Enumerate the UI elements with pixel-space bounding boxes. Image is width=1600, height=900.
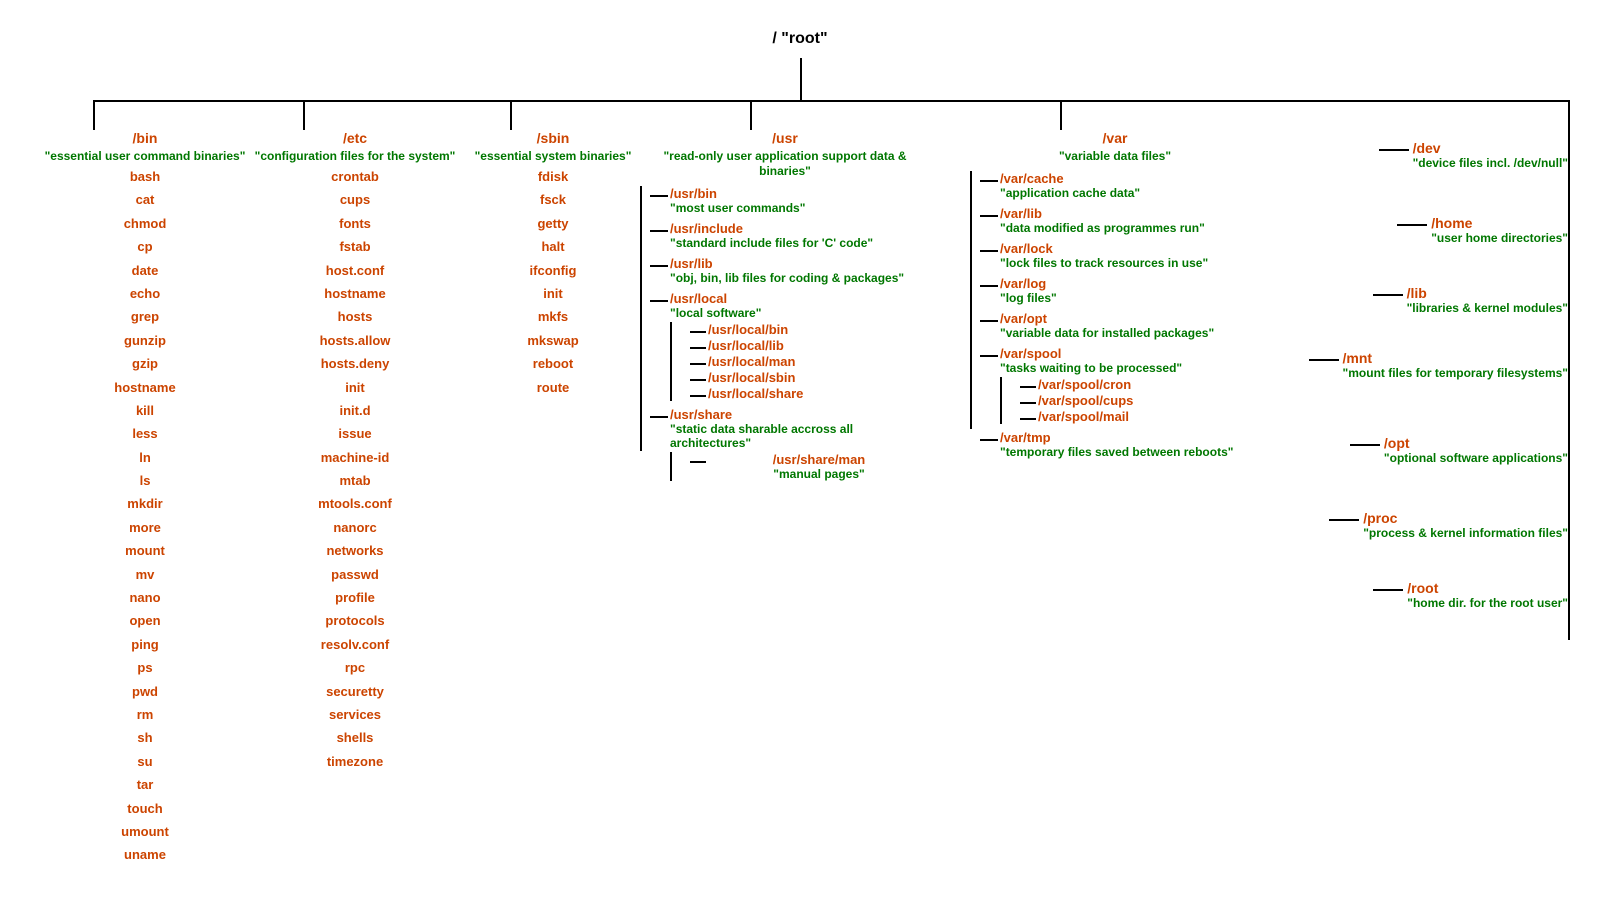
usr-lib-item: /usr/lib "obj, bin, lib files for coding…	[650, 256, 930, 285]
sbin-name: /sbin	[458, 130, 648, 146]
var-col: /var "variable data files" /var/cache "a…	[970, 130, 1260, 465]
var-name: /var	[970, 130, 1260, 146]
usr-col: /usr "read-only user application support…	[640, 130, 930, 487]
right-vbar	[1568, 100, 1570, 640]
sbin-vline-top	[510, 100, 512, 130]
mnt-row: /mnt "mount files for temporary filesyst…	[1309, 350, 1568, 380]
var-spool-cups: /var/spool/cups	[1020, 393, 1260, 408]
bin-vline-top	[93, 100, 95, 130]
usr-share-children: /usr/share/man "manual pages"	[670, 452, 930, 481]
usr-local-children: /usr/local/bin /usr/local/lib /usr/local…	[670, 322, 930, 401]
var-lib-item: /var/lib "data modified as programmes ru…	[980, 206, 1260, 235]
sbin-files: fdisk fsck getty halt ifconfig init mkfs…	[458, 165, 648, 399]
root-label: / "root"	[20, 20, 1580, 48]
etc-vline-top	[303, 100, 305, 130]
etc-name: /etc	[245, 130, 465, 146]
var-spool-item: /var/spool "tasks waiting to be processe…	[980, 346, 1260, 424]
home-row: /home "user home directories"	[1397, 215, 1568, 245]
var-log-item: /var/log "log files"	[980, 276, 1260, 305]
root-vline	[800, 58, 802, 100]
usr-local-share: /usr/local/share	[690, 386, 930, 401]
etc-col: /etc "configuration files for the system…	[245, 130, 465, 773]
usr-local-sbin: /usr/local/sbin	[690, 370, 930, 385]
usr-share-item: /usr/share "static data sharable accross…	[650, 407, 930, 481]
usr-name: /usr	[640, 130, 930, 146]
var-spool-cron: /var/spool/cron	[1020, 377, 1260, 392]
usr-bin-item: /usr/bin "most user commands"	[650, 186, 930, 215]
usr-children: /usr/bin "most user commands" /usr/inclu…	[640, 186, 930, 481]
var-vline-top	[1060, 100, 1062, 130]
var-tmp-item: /var/tmp "temporary files saved between …	[980, 430, 1260, 459]
usr-vline-top	[750, 100, 752, 130]
tree-container: / "root" /bin "essential user command bi…	[20, 20, 1580, 880]
usr-include-item: /usr/include "standard include files for…	[650, 221, 930, 250]
sbin-col: /sbin "essential system binaries" fdisk …	[458, 130, 648, 399]
rootdir-row: /root "home dir. for the root user"	[1373, 580, 1568, 610]
bin-name: /bin	[35, 130, 255, 146]
var-spool-children: /var/spool/cron /var/spool/cups /var/spo…	[1000, 377, 1260, 424]
etc-files: crontab cups fonts fstab host.conf hostn…	[245, 165, 465, 773]
lib-row: /lib "libraries & kernel modules"	[1373, 285, 1568, 315]
usr-local-man: /usr/local/man	[690, 354, 930, 369]
var-cache-item: /var/cache "application cache data"	[980, 171, 1260, 200]
dev-row: /dev "device files incl. /dev/null"	[1379, 140, 1568, 170]
usr-local-bin: /usr/local/bin	[690, 322, 930, 337]
proc-row: /proc "process & kernel information file…	[1329, 510, 1568, 540]
usr-local-lib: /usr/local/lib	[690, 338, 930, 353]
etc-desc: "configuration files for the system"	[245, 148, 465, 163]
usr-local-item: /usr/local "local software" /usr/local/b…	[650, 291, 930, 401]
var-lock-item: /var/lock "lock files to track resources…	[980, 241, 1260, 270]
var-spool-mail: /var/spool/mail	[1020, 409, 1260, 424]
opt-row: /opt "optional software applications"	[1350, 435, 1568, 465]
usr-desc: "read-only user application support data…	[640, 148, 930, 178]
var-desc: "variable data files"	[970, 148, 1260, 163]
bin-files: bash cat chmod cp date echo grep gunzip …	[35, 165, 255, 867]
bin-desc: "essential user command binaries"	[35, 148, 255, 163]
bin-col: /bin "essential user command binaries" b…	[35, 130, 255, 867]
var-children: /var/cache "application cache data" /var…	[970, 171, 1260, 459]
usr-share-man: /usr/share/man "manual pages"	[690, 452, 930, 481]
sbin-desc: "essential system binaries"	[458, 148, 648, 163]
top-hline	[93, 100, 1570, 102]
var-opt-item: /var/opt "variable data for installed pa…	[980, 311, 1260, 340]
